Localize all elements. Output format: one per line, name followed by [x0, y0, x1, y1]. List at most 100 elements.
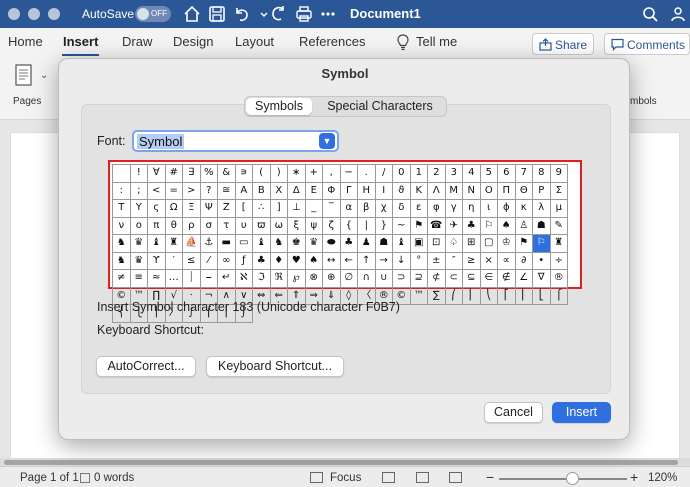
autosave-toggle[interactable]: OFF: [135, 6, 171, 22]
symbol-cell[interactable]: ∞: [218, 252, 236, 270]
symbol-cell[interactable]: ∠: [515, 270, 533, 288]
symbol-cell[interactable]: λ: [533, 200, 551, 218]
symbol-cell[interactable]: ϑ: [393, 182, 411, 200]
tab-symbols[interactable]: Symbols: [246, 98, 312, 115]
symbol-cell[interactable]: ♣: [463, 217, 481, 235]
symbol-cell[interactable]: ↑: [358, 252, 376, 270]
symbol-cell[interactable]: ≤: [183, 252, 201, 270]
symbol-cell[interactable]: Α: [235, 182, 253, 200]
symbol-cell[interactable]: ♞: [270, 235, 288, 253]
font-select[interactable]: Symbol ▼: [132, 130, 339, 152]
symbol-cell[interactable]: |: [358, 217, 376, 235]
pages-dropdown-icon[interactable]: ⌄: [40, 70, 48, 81]
symbol-cell[interactable]: ♜: [550, 235, 568, 253]
print-layout-view-icon[interactable]: [416, 472, 429, 483]
symbol-cell[interactable]: #: [165, 165, 183, 183]
symbol-cell[interactable]: ♙: [515, 217, 533, 235]
symbol-cell[interactable]: Π: [498, 182, 516, 200]
zoom-in-button[interactable]: +: [630, 469, 638, 485]
symbol-cell[interactable]: 4: [463, 165, 481, 183]
symbol-cell[interactable]: ™: [410, 287, 428, 305]
symbol-cell[interactable]: ⁄: [200, 252, 218, 270]
symbol-cell[interactable]: ∃: [183, 165, 201, 183]
symbol-cell[interactable]: Δ: [288, 182, 306, 200]
symbol-cell[interactable]: Τ: [113, 200, 131, 218]
minimize-window-button[interactable]: [28, 8, 40, 20]
symbol-cell[interactable]: ι: [480, 200, 498, 218]
symbol-cell[interactable]: ▢: [480, 235, 498, 253]
symbol-cell[interactable]: β: [358, 200, 376, 218]
symbol-cell[interactable]: ⊄: [428, 270, 446, 288]
web-layout-view-icon[interactable]: [449, 472, 462, 483]
symbol-cell[interactable]: ⎝: [480, 287, 498, 305]
symbol-cell[interactable]: ]: [270, 200, 288, 218]
symbol-cell[interactable]: ♟: [358, 235, 376, 253]
symbol-cell[interactable]: ←: [340, 252, 358, 270]
symbol-cell[interactable]: ∑: [428, 287, 446, 305]
symbol-cell[interactable]: Ψ: [200, 200, 218, 218]
insert-button[interactable]: Insert: [552, 402, 611, 423]
symbol-cell[interactable]: ▣: [410, 235, 428, 253]
symbol-cell[interactable]: Η: [358, 182, 376, 200]
symbol-cell[interactable]: ⎛: [445, 287, 463, 305]
symbol-cell[interactable]: ☎: [428, 217, 446, 235]
symbol-cell[interactable]: ⊕: [323, 270, 341, 288]
zoom-level[interactable]: 120%: [648, 472, 677, 484]
symbol-cell[interactable]: ⎧: [550, 287, 568, 305]
search-icon[interactable]: [640, 4, 660, 24]
comments-button[interactable]: Comments: [604, 33, 690, 55]
symbol-cell[interactable]: ⎯: [200, 270, 218, 288]
symbol-cell[interactable]: 5: [480, 165, 498, 183]
symbol-cell[interactable]: ξ: [288, 217, 306, 235]
symbol-cell[interactable]: ≠: [113, 270, 131, 288]
print-icon[interactable]: [294, 4, 314, 24]
close-window-button[interactable]: [8, 8, 20, 20]
symbol-cell[interactable]: ♞: [113, 235, 131, 253]
symbol-cell[interactable]: ∝: [498, 252, 516, 270]
symbol-cell[interactable]: ♝: [253, 235, 271, 253]
symbol-cell[interactable]: θ: [165, 217, 183, 235]
more-icon[interactable]: [318, 4, 338, 24]
zoom-slider-track[interactable]: [499, 478, 627, 480]
symbol-cell[interactable]: ⚑: [410, 217, 428, 235]
symbol-cell[interactable]: ⊃: [393, 270, 411, 288]
symbol-cell[interactable]: %: [200, 165, 218, 183]
symbol-cell[interactable]: ƒ: [235, 252, 253, 270]
symbol-cell[interactable]: ⊞: [463, 235, 481, 253]
proofing-icon[interactable]: [80, 473, 90, 483]
symbol-cell[interactable]: ℘: [288, 270, 306, 288]
symbol-cell[interactable]: ⊂: [445, 270, 463, 288]
symbol-cell[interactable]: >: [183, 182, 201, 200]
symbol-cell[interactable]: ⚓: [200, 235, 218, 253]
focus-icon[interactable]: [310, 472, 323, 483]
symbol-cell[interactable]: ‾: [323, 200, 341, 218]
symbol-cell[interactable]: ο: [130, 217, 148, 235]
account-icon[interactable]: [668, 4, 688, 24]
symbol-cell[interactable]: →: [375, 252, 393, 270]
symbol-cell[interactable]: …: [165, 270, 183, 288]
symbol-cell[interactable]: Λ: [428, 182, 446, 200]
symbol-cell[interactable]: Κ: [410, 182, 428, 200]
symbol-cell[interactable]: ;: [130, 182, 148, 200]
symbol-cell[interactable]: /: [375, 165, 393, 183]
symbol-cell[interactable]: +: [305, 165, 323, 183]
symbol-cell[interactable]: ≈: [148, 270, 166, 288]
word-count[interactable]: 0 words: [94, 472, 134, 484]
symbol-cell[interactable]: ϒ: [148, 252, 166, 270]
symbol-cell[interactable]: }: [375, 217, 393, 235]
symbol-cell[interactable]: ⊡: [428, 235, 446, 253]
symbol-cell[interactable]: <: [148, 182, 166, 200]
symbol-cell[interactable]: ↵: [218, 270, 236, 288]
symbol-cell[interactable]: Ω: [165, 200, 183, 218]
symbol-cell[interactable]: ∂: [515, 252, 533, 270]
symbol-cell[interactable]: Μ: [445, 182, 463, 200]
symbol-cell[interactable]: Γ: [340, 182, 358, 200]
symbol-cell[interactable]: ±: [428, 252, 446, 270]
symbol-cell[interactable]: ⛵: [183, 235, 201, 253]
cancel-button[interactable]: Cancel: [484, 402, 543, 423]
autocorrect-button[interactable]: AutoCorrect...: [96, 356, 196, 377]
symbol-cell[interactable]: :: [113, 182, 131, 200]
symbol-cell[interactable]: σ: [200, 217, 218, 235]
symbol-cell[interactable]: φ: [428, 200, 446, 218]
symbol-cell[interactable]: υ: [235, 217, 253, 235]
